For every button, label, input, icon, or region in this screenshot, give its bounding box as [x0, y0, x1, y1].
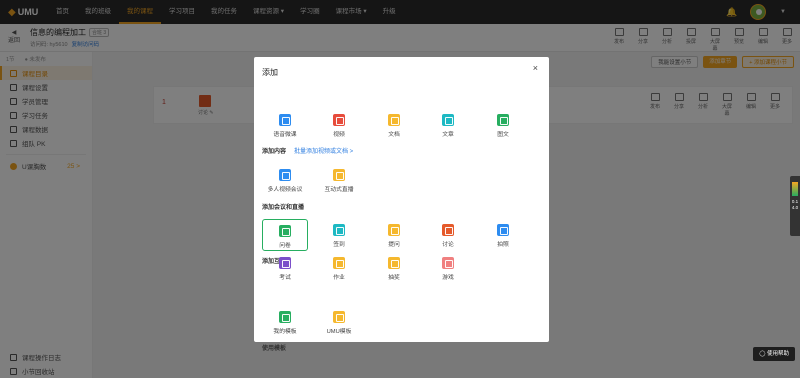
document-icon	[388, 114, 400, 126]
live-icon	[333, 169, 345, 181]
dialog-title: 添加	[262, 68, 278, 77]
option-discussion[interactable]: 讨论	[425, 219, 471, 251]
homework-icon	[333, 257, 345, 269]
question-icon	[388, 224, 400, 236]
option-label: UMU模板	[326, 329, 352, 335]
lottery-icon	[388, 257, 400, 269]
option-label: 讨论	[442, 242, 454, 248]
exam-icon	[279, 257, 291, 269]
option-article[interactable]: 文章	[425, 109, 471, 141]
camera-icon	[497, 224, 509, 236]
gauge-icon	[792, 182, 798, 196]
help-button[interactable]: ◯ 使用帮助	[753, 347, 795, 361]
option-label: 作业	[333, 275, 345, 281]
option-exam[interactable]: 考试	[262, 252, 308, 284]
section-add-meeting: 添加会议和直播	[262, 205, 305, 211]
option-camera[interactable]: 拍照	[480, 219, 526, 251]
option-label: 互动式直播	[324, 187, 354, 193]
option-live[interactable]: 互动式直播	[316, 164, 362, 196]
option-label: 多人视频会议	[267, 187, 303, 193]
section-add-content: 添加内容	[262, 149, 287, 155]
video-icon	[333, 114, 345, 126]
option-label: 抽奖	[388, 275, 400, 281]
option-question[interactable]: 提问	[371, 219, 417, 251]
umu-template-icon	[333, 311, 345, 323]
my-template-icon	[279, 311, 291, 323]
section-use-template: 使用模板	[262, 346, 287, 352]
audio-icon	[279, 114, 291, 126]
option-label: 视频	[333, 132, 345, 138]
survey-icon	[279, 225, 291, 237]
option-label: 游戏	[442, 275, 454, 281]
option-video-meeting[interactable]: 多人视频会议	[262, 164, 308, 196]
option-my-template[interactable]: 我的模板	[262, 306, 308, 338]
article-icon	[442, 114, 454, 126]
option-label: 问卷	[279, 243, 291, 249]
option-checkin[interactable]: 签到	[316, 219, 362, 251]
option-umu-template[interactable]: UMU模板	[316, 306, 362, 338]
option-image-text[interactable]: 图文	[480, 109, 526, 141]
option-audio[interactable]: 语音微课	[262, 109, 308, 141]
option-homework[interactable]: 作业	[316, 252, 362, 284]
option-label: 语音微课	[273, 132, 297, 138]
option-label: 拍照	[497, 242, 509, 248]
close-icon[interactable]: ×	[533, 63, 538, 73]
option-label: 我的模板	[273, 329, 297, 335]
option-survey[interactable]: 问卷	[262, 219, 308, 251]
option-lottery[interactable]: 抽奖	[371, 252, 417, 284]
option-video[interactable]: 视频	[316, 109, 362, 141]
option-label: 考试	[279, 275, 291, 281]
video-meeting-icon	[279, 169, 291, 181]
option-label: 文章	[442, 132, 454, 138]
option-game[interactable]: 游戏	[425, 252, 471, 284]
option-document[interactable]: 文档	[371, 109, 417, 141]
add-dialog: 添加 × 添加内容 批量添加视频或文档 > 添加会议和直播 添加互动 使用模板 …	[254, 57, 549, 352]
option-label: 签到	[333, 242, 345, 248]
side-widget[interactable]: 0.1 4.0	[790, 176, 800, 236]
checkin-icon	[333, 224, 345, 236]
discussion-icon	[442, 224, 454, 236]
game-icon	[442, 257, 454, 269]
batch-add-link[interactable]: 批量添加视频或文档 >	[294, 146, 353, 155]
option-label: 图文	[497, 132, 509, 138]
image-text-icon	[497, 114, 509, 126]
option-label: 文档	[388, 132, 400, 138]
option-label: 提问	[388, 242, 400, 248]
